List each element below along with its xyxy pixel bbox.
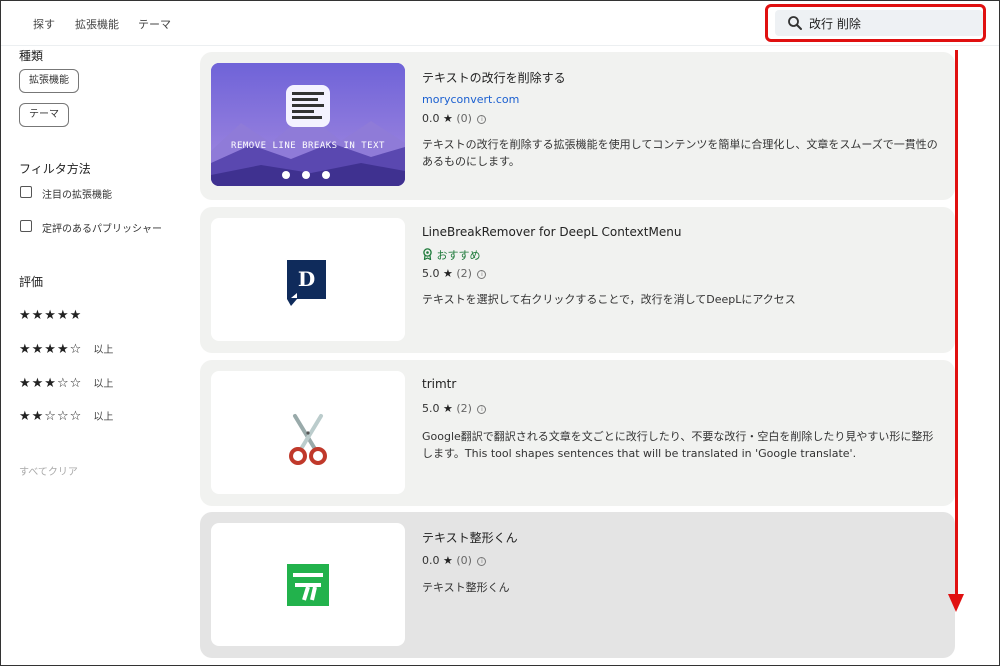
info-icon[interactable]: i [477,405,487,414]
rating-count: (2) [456,402,472,415]
result-rating: 0.0 ★ (0) i [422,112,487,125]
scissors-icon [289,414,327,465]
star-icon: ★ [443,554,453,567]
search-highlight-annotation [765,4,986,42]
type-heading: 種類 [19,49,44,63]
result-card[interactable]: REMOVE LINE BREAKS IN TEXT テキストの改行を削除する … [200,52,955,200]
result-rating: 0.0 ★ (0) i [422,554,487,567]
nav-explore[interactable]: 探す [33,16,55,32]
result-card[interactable]: テキスト整形くん 0.0 ★ (0) i テキスト整形くん [200,512,955,658]
featured-badge: おすすめ [422,247,481,263]
rating-stars: ★★★☆☆ [19,376,83,391]
scroll-arrow-head-annotation [948,594,964,612]
publisher-link[interactable]: moryconvert.com [422,93,519,106]
rating-suffix: 以上 [93,379,114,390]
filter-featured-label: 注目の拡張機能 [42,190,112,201]
result-title[interactable]: trimtr [422,377,456,391]
rating-stars: ★★☆☆☆ [19,409,83,424]
top-bar: 探す 拡張機能 テーマ [0,0,1000,46]
nav-themes[interactable]: テーマ [138,16,171,32]
type-chip-extensions[interactable]: 拡張機能 [19,69,79,93]
filter-heading: フィルタ方法 [19,162,91,176]
result-thumbnail: D [211,218,405,341]
result-description: Google翻訳で翻訳される文章を文ごとに改行したり、不要な改行・空白を削除した… [422,430,934,460]
filter-established-publisher-label: 定評のあるパブリッシャー [42,224,162,235]
thumbnail-caption: REMOVE LINE BREAKS IN TEXT [231,141,385,151]
rating-filter-2[interactable]: ★★☆☆☆ 以上 [19,405,114,424]
rating-score: 0.0 [422,554,440,567]
info-icon[interactable]: i [477,557,487,566]
info-icon[interactable]: i [477,270,487,279]
rating-suffix: 以上 [93,412,114,423]
star-icon: ★ [443,267,453,280]
text-formatter-logo-icon [287,564,329,606]
nav-extensions[interactable]: 拡張機能 [75,16,119,32]
result-title[interactable]: LineBreakRemover for DeepL ContextMenu [422,225,681,239]
result-thumbnail [211,371,405,494]
rating-count: (2) [456,267,472,280]
result-title[interactable]: テキスト整形くん [422,529,518,546]
filter-featured-checkbox[interactable] [20,186,32,198]
award-icon [423,248,432,261]
result-card[interactable]: trimtr 5.0 ★ (2) i Google翻訳で翻訳される文章を文ごとに… [200,360,955,506]
rating-count: (0) [456,554,472,567]
result-thumbnail: REMOVE LINE BREAKS IN TEXT [211,63,405,186]
rating-suffix: 以上 [93,345,114,356]
rating-stars: ★★★★☆ [19,342,83,357]
rating-count: (0) [456,112,472,125]
featured-badge-label: おすすめ [436,249,481,262]
star-icon: ★ [443,402,453,415]
rating-filter-4[interactable]: ★★★★☆ 以上 [19,338,114,357]
scroll-arrow-annotation [955,50,958,598]
result-card[interactable]: D LineBreakRemover for DeepL ContextMenu… [200,207,955,353]
result-description: テキストの改行を削除する拡張機能を使用してコンテンツを簡単に合理化し、文章をスム… [422,138,938,168]
result-title[interactable]: テキストの改行を削除する [422,69,566,86]
rating-score: 0.0 [422,112,440,125]
result-rating: 5.0 ★ (2) i [422,267,487,280]
result-description: テキスト整形くん [422,581,510,594]
rating-stars: ★★★★★ [19,308,83,323]
rating-filter-5[interactable]: ★★★★★ [19,304,88,323]
info-icon[interactable]: i [477,115,487,124]
rating-heading: 評価 [19,275,44,289]
rating-score: 5.0 [422,267,440,280]
rating-filter-3[interactable]: ★★★☆☆ 以上 [19,372,114,391]
result-rating: 5.0 ★ (2) i [422,402,487,415]
result-description: テキストを選択して右クリックすることで，改行を消してDeepLにアクセス [422,293,796,306]
filter-established-publisher-checkbox[interactable] [20,220,32,232]
star-icon: ★ [443,112,453,125]
remove-line-breaks-thumbnail-art [211,63,405,186]
deepl-logo-letter: D [297,267,316,291]
result-thumbnail [211,523,405,646]
type-chip-themes[interactable]: テーマ [19,103,69,127]
rating-score: 5.0 [422,402,440,415]
clear-all-button[interactable]: すべてクリア [19,463,78,478]
